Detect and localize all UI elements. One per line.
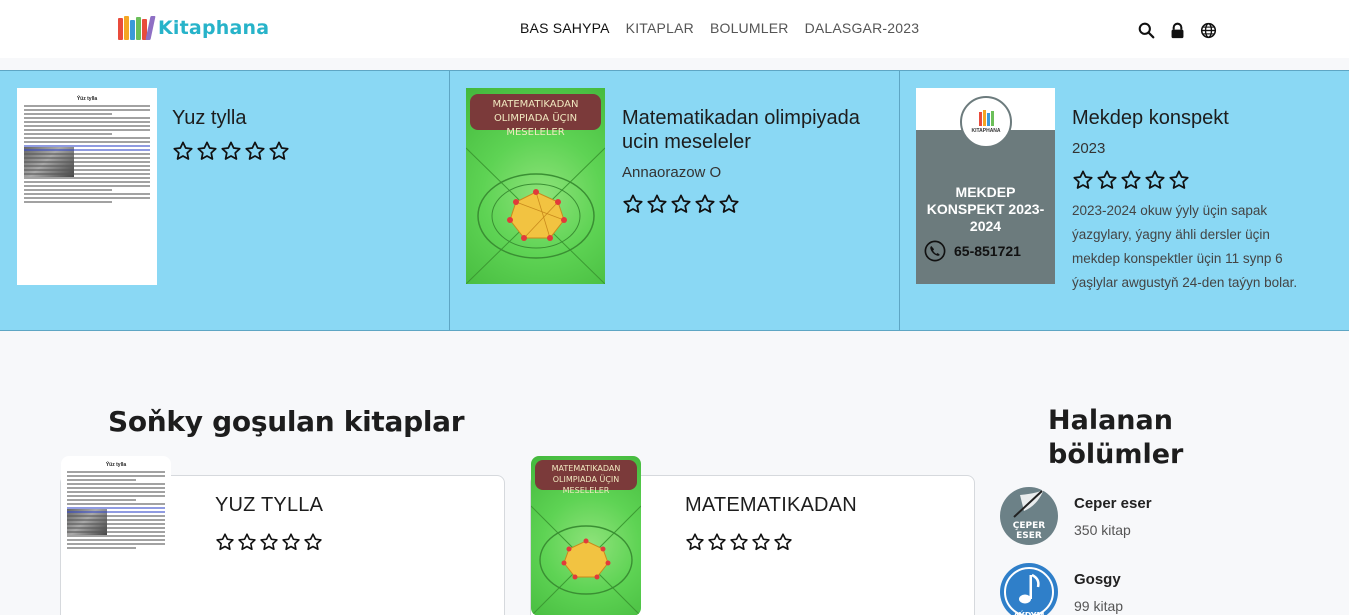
star-outline-icon [685,532,705,552]
star-outline-icon [303,532,323,552]
svg-text:AÝDYM: AÝDYM [1013,609,1044,615]
books-logo-icon [118,16,156,40]
book-cover[interactable]: KITAPHANA MEKDEP KONSPEKT 2023-2024 65-8… [916,88,1055,284]
cover-label: MATEMATIKADAN OLIMPIADA ÜÇIN MESELELER [535,460,637,495]
rating-stars [172,140,290,162]
cover-phone: 65-851721 [954,243,1021,259]
svg-text:ESER: ESER [1016,531,1042,541]
star-outline-icon [1144,169,1166,191]
star-outline-icon [1072,169,1094,191]
nav-sections[interactable]: BOLUMLER [710,20,789,36]
star-outline-icon [259,532,279,552]
feather-icon: ÇEPER ESER [1000,487,1058,545]
book-description: 2023-2024 okuw ýyly üçin sapak ýazgylary… [1072,203,1298,290]
nav-icons [1138,22,1217,39]
featured-card[interactable]: Ýüz tylla Yuz tylla [0,71,450,330]
cover-title: MEKDEP KONSPEKT 2023-2024 [926,184,1045,234]
rating-stars [685,532,793,552]
star-outline-icon [220,140,242,162]
star-outline-icon [718,193,740,215]
book-title[interactable]: YUZ TYLLA [215,494,323,517]
featured-books: Ýüz tylla Yuz tylla MATEMATIKADAN OLIMPI… [0,70,1349,331]
star-outline-icon [244,140,266,162]
star-outline-icon [707,532,727,552]
category-count: 99 kitap [1074,598,1124,614]
star-outline-icon [622,193,644,215]
book-cover[interactable]: MATEMATIKADAN OLIMPIADA ÜÇIN MESELELER [531,456,641,615]
star-outline-icon [1168,169,1190,191]
category-count: 350 kitap [1074,522,1131,538]
book-title[interactable]: MATEMATIKADAN [685,494,857,517]
brand-name: Kitaphana [158,17,270,39]
star-outline-icon [196,140,218,162]
star-outline-icon [751,532,771,552]
search-icon[interactable] [1138,22,1155,39]
section-title-recent: Soňky goşulan kitaplar [108,405,465,438]
star-outline-icon [773,532,793,552]
book-title[interactable]: Matematikadan olimpiyada ucin meseleler [622,106,882,154]
book-cover[interactable]: MATEMATIKADAN OLIMPIADA ÜÇIN MESELELER [466,88,605,284]
main-nav: BAS SAHYPA KITAPLAR BOLUMLER DALASGAR-20… [520,20,919,36]
cover-page-title: Ýüz tylla [76,96,98,102]
music-note-icon: AÝDYM [1000,563,1058,615]
star-outline-icon [268,140,290,162]
star-outline-icon [281,532,301,552]
category-name[interactable]: Ceper eser [1074,495,1152,512]
book-author[interactable]: Annaorazow O [622,164,882,181]
rating-stars [215,532,323,552]
nav-dalasgar[interactable]: DALASGAR-2023 [805,20,920,36]
navbar: Kitaphana BAS SAHYPA KITAPLAR BOLUMLER D… [0,0,1349,58]
book-title[interactable]: Mekdep konspekt [1072,106,1312,130]
star-outline-icon [215,532,235,552]
book-cover[interactable]: Ýüz tylla [17,88,157,285]
category-name[interactable]: Gosgy [1074,571,1123,588]
star-outline-icon [646,193,668,215]
star-outline-icon [237,532,257,552]
category-item[interactable]: ÇEPER ESER Ceper eser 350 kitap [1000,487,1152,545]
star-outline-icon [694,193,716,215]
nav-books[interactable]: KITAPLAR [626,20,694,36]
rating-stars [1072,169,1312,191]
cover-label: MATEMATIKADAN OLIMPIADA ÜÇIN MESELELER [470,94,601,138]
cover-page-title: Ýüz tylla [105,462,127,468]
category-item[interactable]: AÝDYM Gosgy 99 kitap [1000,563,1123,615]
star-outline-icon [1120,169,1142,191]
book-title[interactable]: Yuz tylla [172,106,290,130]
brand-logo[interactable]: Kitaphana [118,16,269,40]
star-outline-icon [729,532,749,552]
star-outline-icon [670,193,692,215]
book-year: 2023 [1072,140,1106,157]
section-title-sections: Halanan bölümler [1048,405,1184,470]
phone-icon [924,240,946,262]
cover-brand: KITAPHANA [971,128,1001,134]
rating-stars [622,193,882,215]
star-outline-icon [1096,169,1118,191]
globe-icon[interactable] [1200,22,1217,39]
nav-home[interactable]: BAS SAHYPA [520,20,610,36]
svg-text:ÇEPER: ÇEPER [1013,521,1045,531]
star-outline-icon [172,140,194,162]
kitaphana-badge-icon: KITAPHANA [960,96,1012,148]
featured-card[interactable]: MATEMATIKADAN OLIMPIADA ÜÇIN MESELELER M… [450,71,900,330]
lock-icon[interactable] [1169,22,1186,39]
book-cover[interactable]: Ýüz tylla [61,456,171,615]
featured-card[interactable]: KITAPHANA MEKDEP KONSPEKT 2023-2024 65-8… [900,71,1349,330]
